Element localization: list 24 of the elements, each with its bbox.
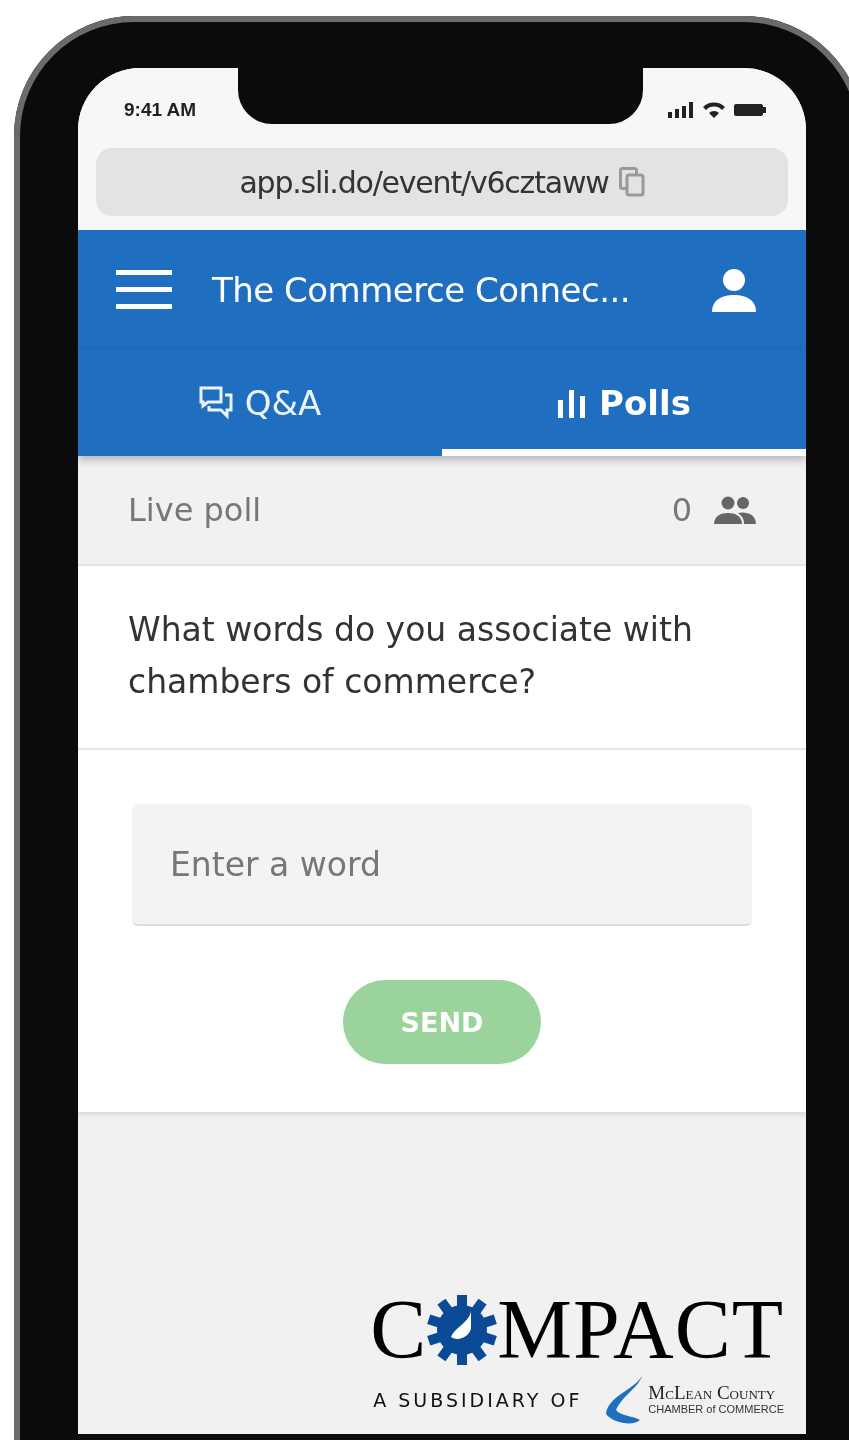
poll-question: What words do you associate with chambers of commerce? (78, 566, 806, 750)
word-input[interactable]: Enter a word (132, 804, 752, 926)
people-icon (714, 496, 756, 524)
chat-icon (198, 386, 233, 420)
menu-icon[interactable] (116, 270, 172, 310)
user-icon[interactable] (712, 268, 756, 312)
gear-logo-icon (427, 1295, 498, 1365)
partner-name: McLean County (648, 1384, 777, 1402)
partner-subtitle: CHAMBER of COMMERCE (648, 1402, 784, 1416)
address-url: app.sli.do/event/v6cztaww (239, 164, 609, 200)
address-bar[interactable]: app.sli.do/event/v6cztaww (96, 148, 788, 216)
logo-tagline: A SUBSIDIARY OF (373, 1389, 583, 1411)
status-time: 9:41 AM (124, 99, 197, 121)
battery-icon (734, 103, 766, 117)
tab[interactable]: Q&A (78, 350, 442, 456)
tab[interactable]: Polls (442, 350, 806, 456)
live-poll-label: Live poll (128, 491, 262, 529)
participant-count: 0 (671, 491, 692, 529)
event-title: The Commerce Connec... (212, 270, 632, 310)
bar-chart-icon (557, 388, 588, 418)
wifi-icon (702, 101, 726, 119)
logo-text: C (370, 1290, 428, 1370)
signal-icon (668, 102, 694, 118)
logo-text: MPACT (497, 1290, 784, 1370)
